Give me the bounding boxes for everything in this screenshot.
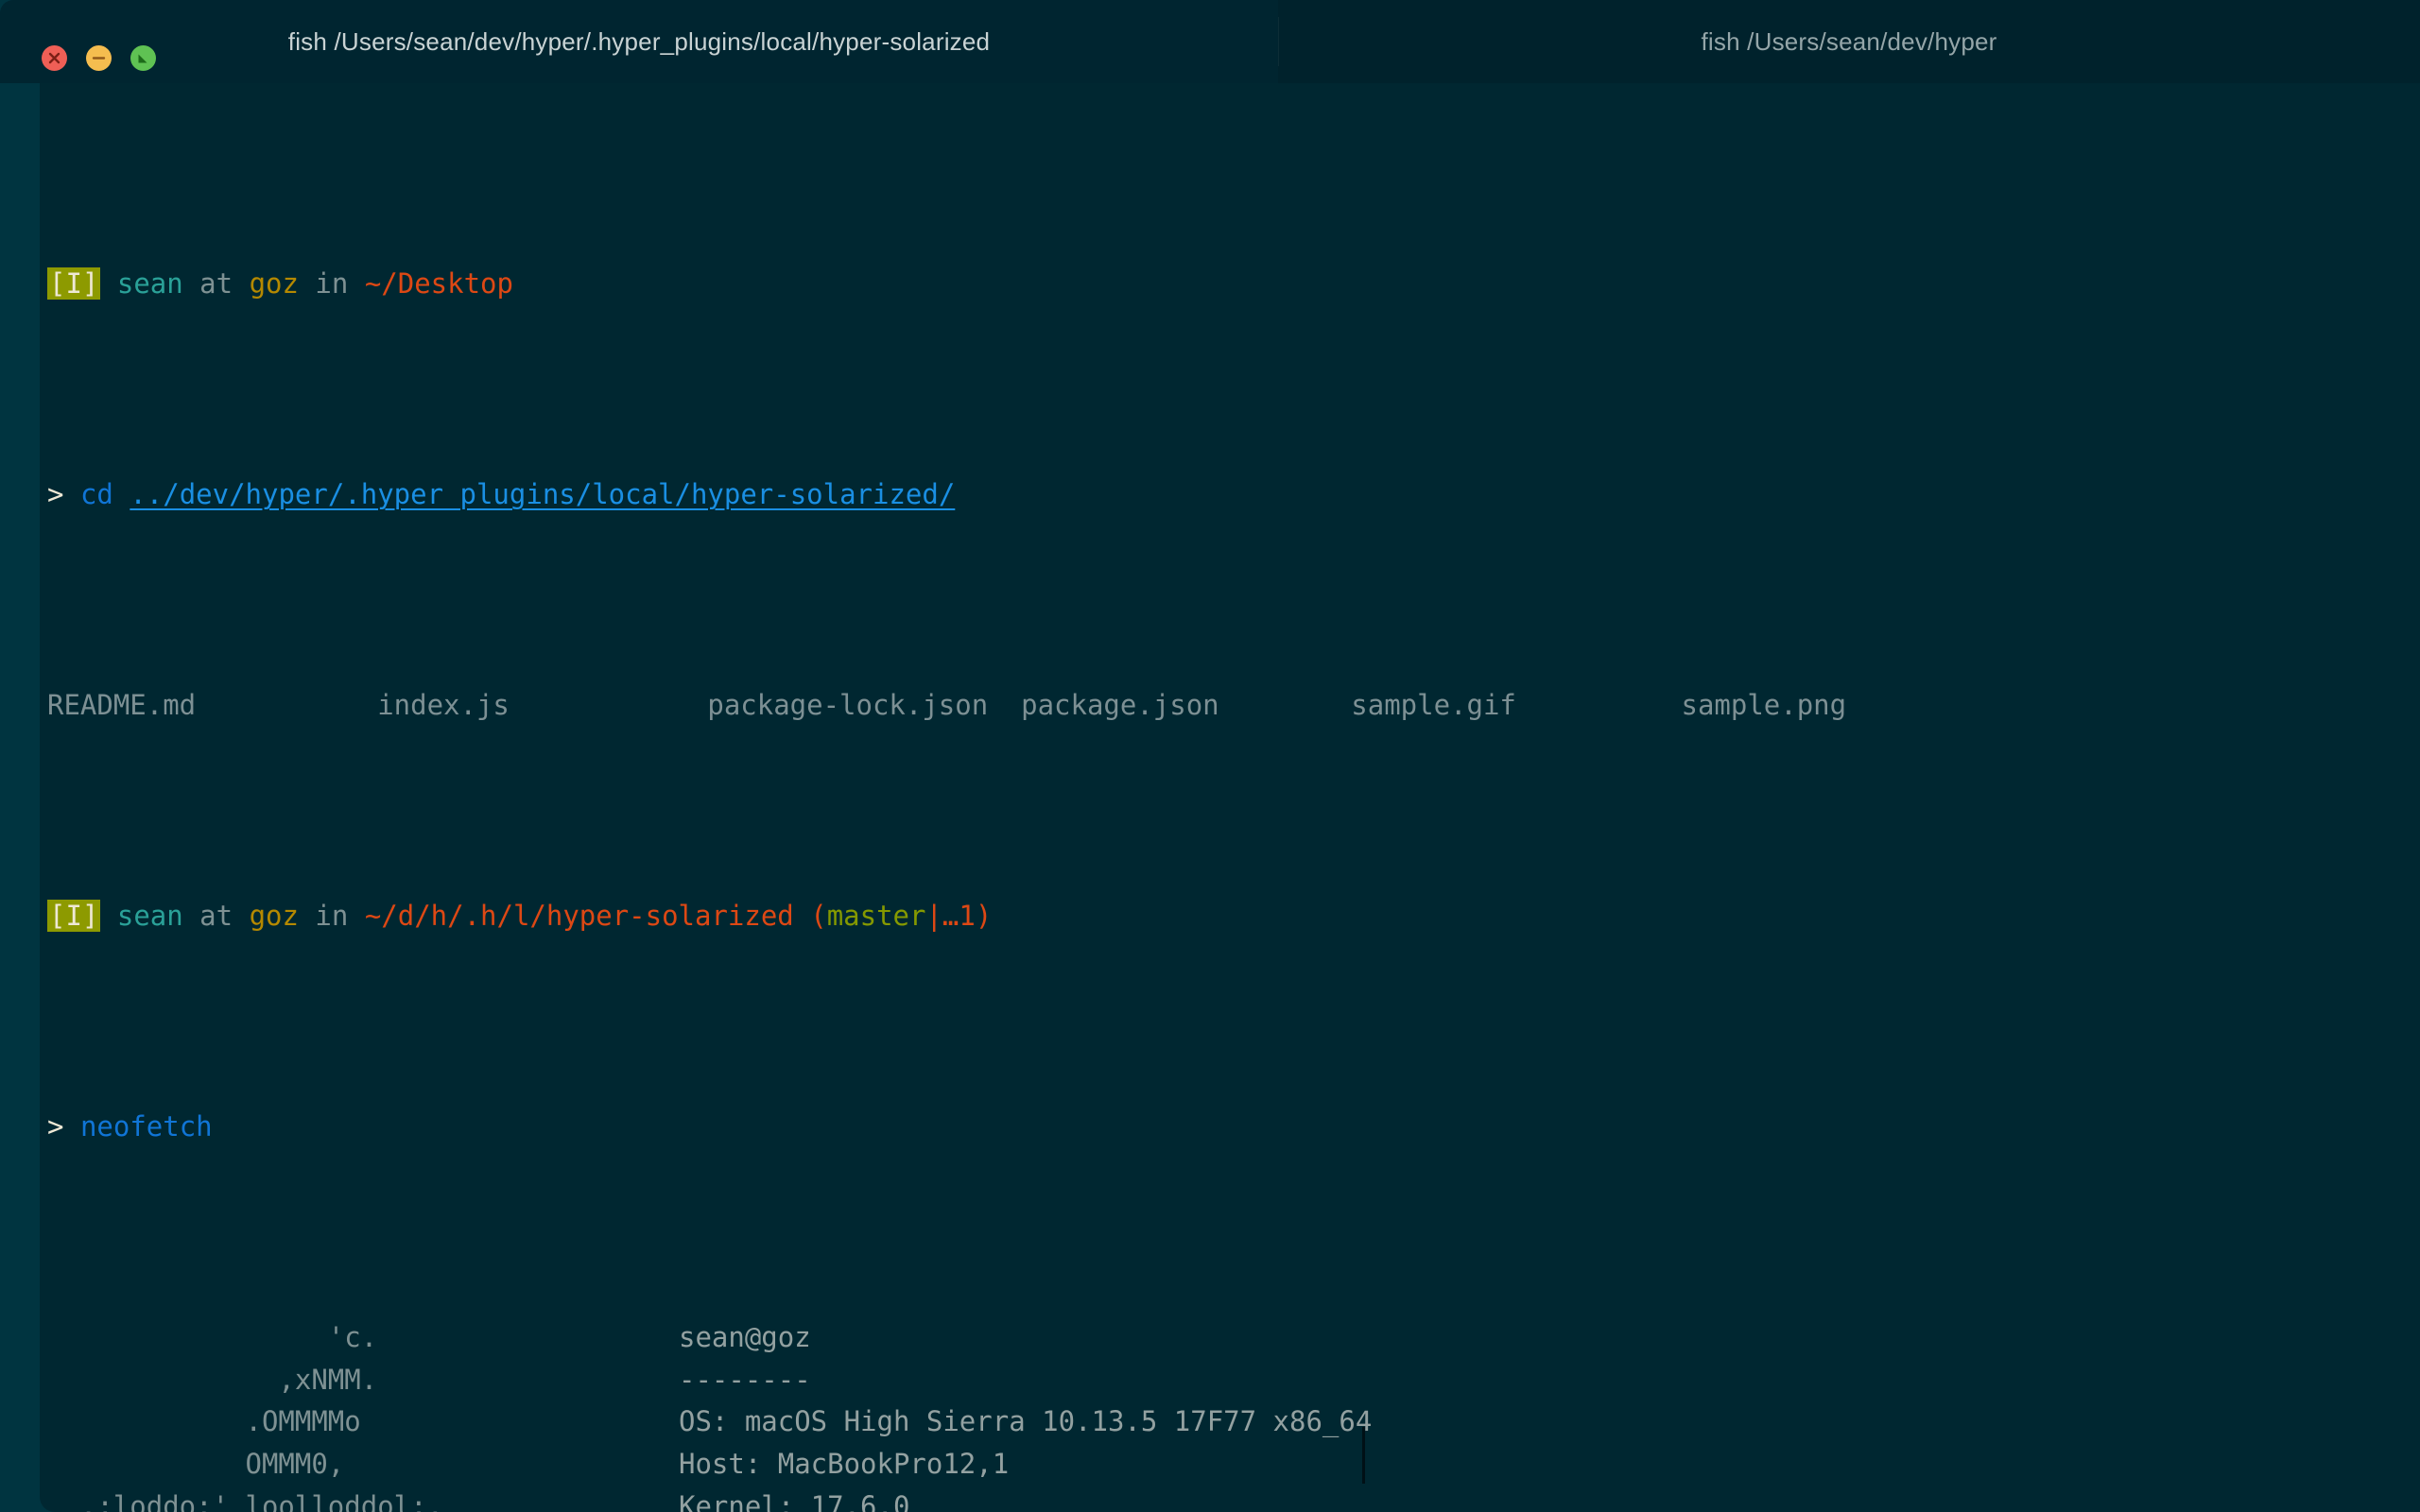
- neofetch-ascii-art: 'c. ,xNMM. .OMMMMo OMMM0, .;loddo:' lool…: [47, 1316, 671, 1512]
- vim-mode-badge: [I]: [47, 267, 100, 300]
- neofetch-separator: --------: [679, 1359, 1372, 1401]
- prompt-line-2: [I] sean at goz in ~/d/h/.h/l/hyper-sola…: [47, 895, 2420, 937]
- prompt-sigil: >: [47, 478, 63, 510]
- maximize-icon: [130, 45, 156, 71]
- vim-mode-badge: [I]: [47, 900, 100, 932]
- ascii-art-row: OMMM0,: [47, 1443, 671, 1486]
- close-icon: [42, 45, 67, 71]
- tab-bar: fish /Users/sean/dev/hyper/.hyper_plugin…: [0, 0, 2420, 83]
- prompt-at: at: [199, 267, 233, 300]
- hyper-window: fish /Users/sean/dev/hyper/.hyper_plugin…: [0, 0, 2420, 1512]
- tab-hyper[interactable]: fish /Users/sean/dev/hyper: [1278, 0, 2420, 83]
- command-name: neofetch: [80, 1110, 213, 1143]
- terminal-pane[interactable]: [I] sean at goz in ~/Desktop > cd ../dev…: [40, 83, 2420, 1512]
- tab-hyper-solarized[interactable]: fish /Users/sean/dev/hyper/.hyper_plugin…: [0, 0, 1278, 83]
- prompt-sigil: >: [47, 1110, 63, 1143]
- neofetch-title: sean@goz: [679, 1316, 1372, 1359]
- ascii-art-row: ,xNMM.: [47, 1359, 671, 1401]
- prompt-path: ~/d/h/.h/l/hyper-solarized: [365, 900, 794, 932]
- prompt-user: sean: [117, 900, 183, 932]
- prompt-host: goz: [250, 267, 299, 300]
- tab-label: fish /Users/sean/dev/hyper: [1701, 27, 1996, 57]
- tab-label: fish /Users/sean/dev/hyper/.hyper_plugin…: [288, 27, 990, 57]
- ascii-art-row: .OMMMMo: [47, 1400, 671, 1443]
- prompt-in: in: [315, 900, 348, 932]
- prompt-path: ~/Desktop: [365, 267, 513, 300]
- prompt-at: at: [199, 900, 233, 932]
- window-controls: [42, 45, 156, 71]
- neofetch-info: sean@goz--------OS: macOS High Sierra 10…: [679, 1316, 1372, 1512]
- prompt-line-1: [I] sean at goz in ~/Desktop: [47, 263, 2420, 305]
- command-argument-path[interactable]: ../dev/hyper/.hyper_plugins/local/hyper-…: [130, 478, 955, 510]
- command-line-2: > neofetch: [47, 1106, 2420, 1148]
- terminal-screen: [I] sean at goz in ~/Desktop > cd ../dev…: [47, 94, 2420, 1512]
- git-status: |…1): [925, 900, 992, 932]
- file-listing: README.md index.js package-lock.json pac…: [47, 684, 2420, 727]
- render-artifact-line: [1362, 1427, 1365, 1484]
- ascii-art-row: .;loddo:' loolloddol;.: [47, 1486, 671, 1512]
- prompt-in: in: [315, 267, 348, 300]
- prompt-user: sean: [117, 267, 183, 300]
- git-paren-open: (: [810, 900, 826, 932]
- git-branch: master: [827, 900, 926, 932]
- maximize-button[interactable]: [130, 45, 156, 71]
- neofetch-info-row: Host: MacBookPro12,1: [679, 1443, 1372, 1486]
- command-name: cd: [80, 478, 113, 510]
- prompt-host: goz: [250, 900, 299, 932]
- command-line-1: > cd ../dev/hyper/.hyper_plugins/local/h…: [47, 473, 2420, 516]
- neofetch-output: 'c. ,xNMM. .OMMMMo OMMM0, .;loddo:' lool…: [47, 1316, 2420, 1512]
- neofetch-info-row: Kernel: 17.6.0: [679, 1486, 1372, 1512]
- close-button[interactable]: [42, 45, 67, 71]
- neofetch-info-row: OS: macOS High Sierra 10.13.5 17F77 x86_…: [679, 1400, 1372, 1443]
- minimize-icon: [86, 45, 112, 71]
- ascii-art-row: 'c.: [47, 1316, 671, 1359]
- minimize-button[interactable]: [86, 45, 112, 71]
